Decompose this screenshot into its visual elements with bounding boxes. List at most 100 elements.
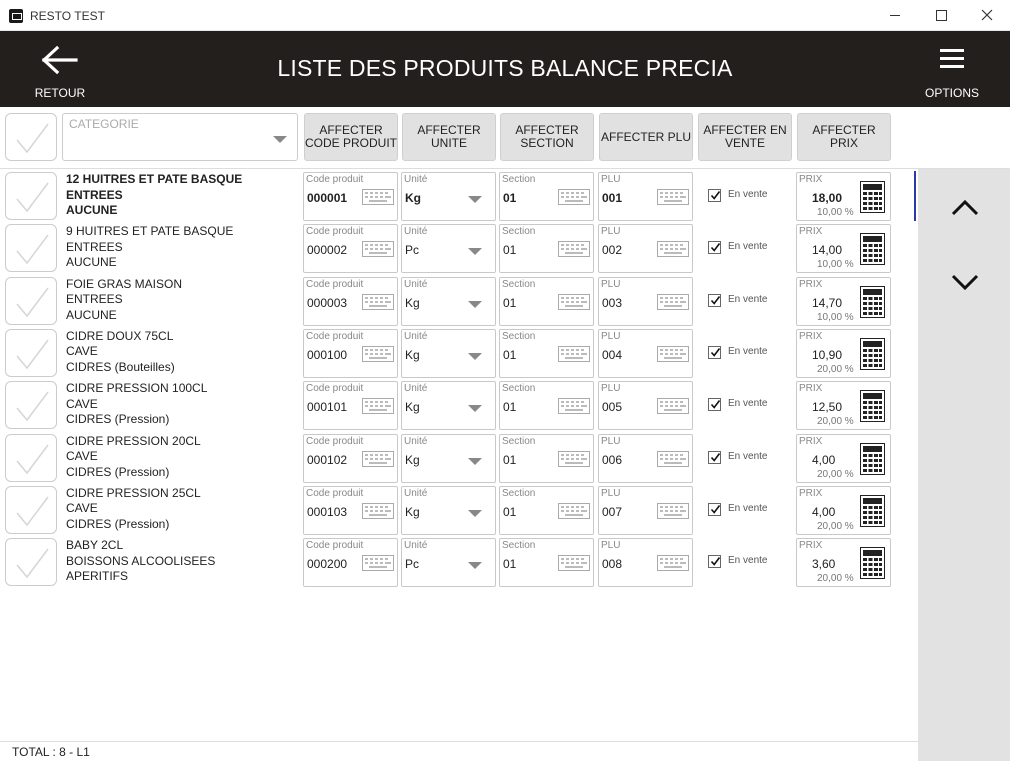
row-checkbox[interactable]	[5, 433, 57, 482]
keyboard-icon[interactable]	[558, 345, 590, 362]
keyboard-icon[interactable]	[362, 189, 394, 205]
price-field[interactable]: PRIX 12,50 20,00 %	[796, 381, 891, 431]
keyboard-icon[interactable]	[558, 450, 590, 467]
keyboard-icon[interactable]	[657, 345, 689, 362]
keyboard-icon[interactable]	[657, 450, 689, 467]
product-row[interactable]: BABY 2CL BOISSONS ALCOOLISEES APERITIFS …	[0, 537, 914, 589]
product-row[interactable]: 9 HUITRES ET PATE BASQUE ENTREES AUCUNE …	[0, 223, 914, 275]
keyboard-icon[interactable]	[657, 398, 689, 415]
keyboard-icon[interactable]	[657, 293, 689, 310]
code-field[interactable]: Code produit 000102	[303, 433, 398, 483]
category-select[interactable]: CATEGORIE	[62, 113, 298, 161]
product-row[interactable]: 12 HUITRES ET PATE BASQUE ENTREES AUCUNE…	[0, 171, 914, 223]
unit-field[interactable]: Unité Pc	[401, 224, 496, 274]
keyboard-icon[interactable]	[558, 293, 590, 310]
code-field[interactable]: Code produit 000002	[303, 224, 398, 274]
on-sale-checkbox[interactable]	[708, 293, 721, 307]
row-checkbox[interactable]	[5, 538, 57, 587]
keyboard-icon[interactable]	[657, 189, 689, 205]
section-field[interactable]: Section 01	[499, 172, 594, 221]
on-sale-checkbox[interactable]	[708, 450, 721, 464]
assign-plu-button[interactable]: AFFECTER PLU	[599, 113, 693, 161]
calculator-icon[interactable]	[860, 547, 885, 580]
plu-field[interactable]: PLU 007	[598, 485, 693, 535]
unit-field[interactable]: Unité Kg	[401, 328, 496, 378]
row-checkbox[interactable]	[5, 224, 57, 273]
keyboard-icon[interactable]	[362, 293, 394, 310]
section-field[interactable]: Section 01	[499, 276, 594, 326]
keyboard-icon[interactable]	[362, 450, 394, 467]
keyboard-icon[interactable]	[362, 555, 394, 572]
keyboard-icon[interactable]	[558, 555, 590, 572]
on-sale-checkbox[interactable]	[708, 398, 721, 412]
on-sale-checkbox[interactable]	[708, 502, 721, 516]
keyboard-icon[interactable]	[657, 555, 689, 572]
section-field[interactable]: Section 01	[499, 433, 594, 483]
code-field[interactable]: Code produit 000100	[303, 328, 398, 378]
on-sale-checkbox[interactable]	[708, 189, 721, 202]
keyboard-icon[interactable]	[558, 241, 590, 258]
keyboard-icon[interactable]	[558, 398, 590, 415]
product-row[interactable]: CIDRE DOUX 75CL CAVE CIDRES (Bouteilles)…	[0, 328, 914, 380]
unit-field[interactable]: Unité Kg	[401, 172, 496, 221]
row-checkbox[interactable]	[5, 381, 57, 430]
assign-unit-button[interactable]: AFFECTER UNITE	[402, 113, 496, 161]
calculator-icon[interactable]	[860, 390, 885, 423]
calculator-icon[interactable]	[860, 285, 885, 318]
section-field[interactable]: Section 01	[499, 538, 594, 588]
keyboard-icon[interactable]	[558, 502, 590, 519]
plu-field[interactable]: PLU 008	[598, 538, 693, 588]
row-checkbox[interactable]	[5, 328, 57, 377]
code-field[interactable]: Code produit 000003	[303, 276, 398, 326]
code-field[interactable]: Code produit 000200	[303, 538, 398, 588]
section-field[interactable]: Section 01	[499, 224, 594, 274]
plu-field[interactable]: PLU 002	[598, 224, 693, 274]
keyboard-icon[interactable]	[362, 345, 394, 362]
code-field[interactable]: Code produit 000101	[303, 381, 398, 431]
assign-code-button[interactable]: AFFECTER CODE PRODUIT	[304, 113, 398, 161]
on-sale-checkbox[interactable]	[708, 241, 721, 255]
section-field[interactable]: Section 01	[499, 328, 594, 378]
price-field[interactable]: PRIX 14,00 10,00 %	[796, 224, 891, 274]
on-sale-checkbox[interactable]	[708, 345, 721, 359]
code-field[interactable]: Code produit 000001	[303, 172, 398, 221]
plu-field[interactable]: PLU 005	[598, 381, 693, 431]
assign-price-button[interactable]: AFFECTER PRIX	[797, 113, 891, 161]
price-field[interactable]: PRIX 18,00 10,00 %	[796, 172, 891, 221]
section-field[interactable]: Section 01	[499, 381, 594, 431]
keyboard-icon[interactable]	[657, 241, 689, 258]
row-checkbox[interactable]	[5, 172, 57, 220]
keyboard-icon[interactable]	[362, 398, 394, 415]
product-row[interactable]: CIDRE PRESSION 20CL CAVE CIDRES (Pressio…	[0, 433, 914, 485]
keyboard-icon[interactable]	[362, 241, 394, 258]
price-field[interactable]: PRIX 14,70 10,00 %	[796, 276, 891, 326]
unit-field[interactable]: Unité Kg	[401, 433, 496, 483]
product-row[interactable]: CIDRE PRESSION 100CL CAVE CIDRES (Pressi…	[0, 380, 914, 432]
maximize-button[interactable]	[918, 0, 964, 31]
plu-field[interactable]: PLU 001	[598, 172, 693, 221]
section-field[interactable]: Section 01	[499, 485, 594, 535]
keyboard-icon[interactable]	[657, 502, 689, 519]
product-row[interactable]: FOIE GRAS MAISON ENTREES AUCUNE Code pro…	[0, 276, 914, 328]
calculator-icon[interactable]	[860, 181, 885, 213]
scroll-up-button[interactable]	[942, 185, 988, 231]
on-sale-checkbox[interactable]	[708, 555, 721, 569]
unit-field[interactable]: Unité Pc	[401, 538, 496, 588]
row-checkbox[interactable]	[5, 276, 57, 325]
plu-field[interactable]: PLU 006	[598, 433, 693, 483]
product-row[interactable]: CIDRE PRESSION 25CL CAVE CIDRES (Pressio…	[0, 485, 914, 537]
back-button[interactable]: RETOUR	[20, 31, 100, 107]
code-field[interactable]: Code produit 000103	[303, 485, 398, 535]
keyboard-icon[interactable]	[362, 502, 394, 519]
price-field[interactable]: PRIX 4,00 20,00 %	[796, 433, 891, 483]
unit-field[interactable]: Unité Kg	[401, 381, 496, 431]
row-checkbox[interactable]	[5, 485, 57, 534]
price-field[interactable]: PRIX 10,90 20,00 %	[796, 328, 891, 378]
minimize-button[interactable]	[872, 0, 918, 31]
price-field[interactable]: PRIX 3,60 20,00 %	[796, 538, 891, 588]
plu-field[interactable]: PLU 003	[598, 276, 693, 326]
unit-field[interactable]: Unité Kg	[401, 485, 496, 535]
calculator-icon[interactable]	[860, 337, 885, 370]
scroll-down-button[interactable]	[942, 259, 988, 305]
calculator-icon[interactable]	[860, 494, 885, 527]
